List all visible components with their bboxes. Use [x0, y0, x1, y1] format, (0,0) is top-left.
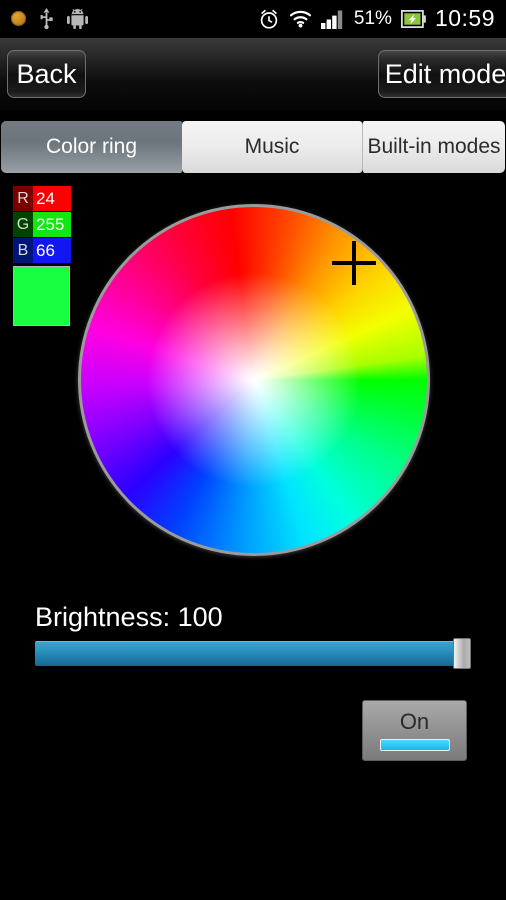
- tab-built-in-modes[interactable]: Built-in modes: [363, 121, 505, 173]
- green-channel-label: G: [13, 212, 33, 237]
- color-ring-container[interactable]: [78, 204, 430, 556]
- coin-icon: [11, 11, 26, 26]
- status-bar-left-icons: [0, 8, 88, 29]
- brightness-label: Brightness: 100: [35, 602, 223, 632]
- action-bar: Back Edit mode: [0, 38, 506, 112]
- alarm-clock-icon: [258, 8, 280, 30]
- rgb-row-blue: B 66: [13, 238, 71, 263]
- rgb-row-green: G 255: [13, 212, 71, 237]
- edit-mode-button[interactable]: Edit mode: [378, 50, 506, 98]
- brightness-slider[interactable]: [35, 638, 471, 669]
- red-channel-label: R: [13, 186, 33, 211]
- tab-color-ring[interactable]: Color ring: [1, 121, 182, 173]
- wifi-icon: [289, 9, 312, 28]
- power-toggle-indicator: [379, 738, 450, 751]
- back-button[interactable]: Back: [7, 50, 86, 98]
- rgb-readout: R 24 G 255 B 66: [13, 186, 71, 264]
- battery-charging-icon: [400, 9, 426, 28]
- status-bar: 51% 10:59: [0, 0, 506, 38]
- power-toggle-button[interactable]: On: [362, 700, 467, 761]
- tab-music[interactable]: Music: [182, 121, 363, 173]
- color-preview-swatch: [13, 266, 70, 326]
- android-icon: [67, 8, 88, 29]
- cellular-signal-icon: [320, 9, 345, 29]
- color-ring-picker[interactable]: [78, 204, 430, 556]
- power-toggle-label: On: [399, 708, 430, 734]
- status-bar-right-icons: 51% 10:59: [258, 5, 506, 32]
- status-bar-clock: 10:59: [434, 5, 495, 31]
- brightness-slider-fill: [35, 641, 462, 666]
- tab-bar: Color ring Music Built-in modes: [0, 120, 506, 176]
- blue-channel-label: B: [13, 238, 33, 263]
- app-screen: 51% 10:59 Back Edit mode Color ring Musi…: [0, 0, 506, 900]
- green-channel-value: 255: [33, 212, 71, 237]
- usb-icon: [39, 8, 54, 29]
- battery-percent-text: 51%: [353, 7, 392, 29]
- brightness-slider-thumb[interactable]: [453, 638, 471, 669]
- red-channel-value: 24: [33, 186, 71, 211]
- blue-channel-value: 66: [33, 238, 71, 263]
- rgb-row-red: R 24: [13, 186, 71, 211]
